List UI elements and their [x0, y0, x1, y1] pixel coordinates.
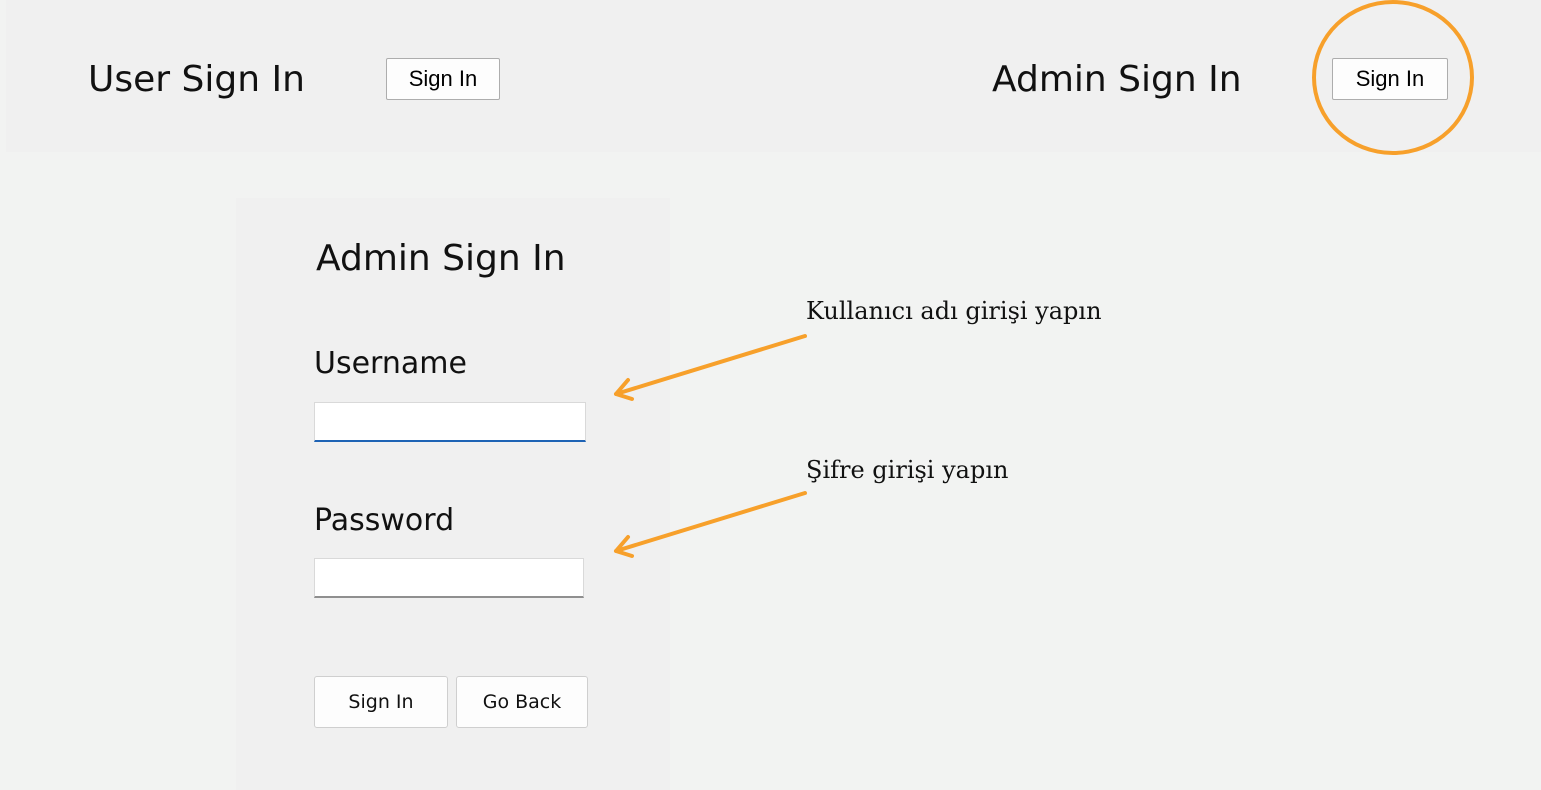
admin-sign-in-button[interactable]: Sign In	[1332, 58, 1448, 100]
username-label: Username	[314, 346, 467, 381]
admin-sign-in-panel: Admin Sign In Username Password Sign In …	[236, 198, 670, 790]
panel-title: Admin Sign In	[316, 238, 566, 279]
sign-in-button[interactable]: Sign In	[314, 676, 448, 728]
password-label: Password	[314, 503, 455, 538]
username-hint: Kullanıcı adı girişi yapın	[806, 297, 1102, 325]
user-sign-in-label: User Sign In	[88, 59, 305, 100]
username-input[interactable]	[314, 402, 586, 442]
user-sign-in-button[interactable]: Sign In	[386, 58, 500, 100]
password-hint: Şifre girişi yapın	[806, 456, 1009, 484]
admin-sign-in-label: Admin Sign In	[992, 59, 1242, 100]
go-back-button[interactable]: Go Back	[456, 676, 588, 728]
password-input[interactable]	[314, 558, 584, 598]
